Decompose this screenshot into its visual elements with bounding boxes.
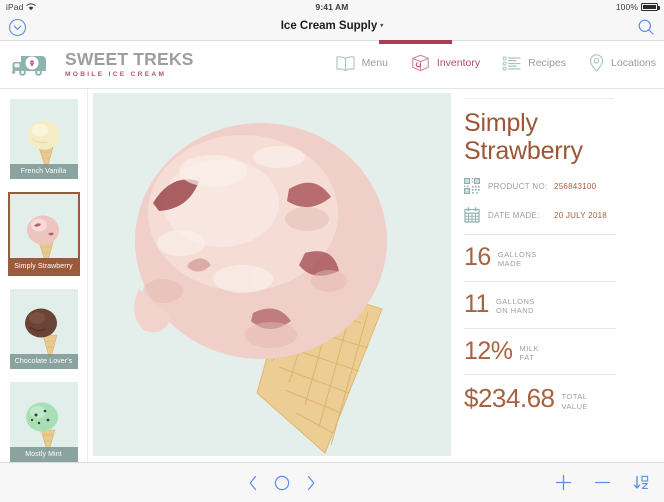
chevron-right-icon[interactable]: [306, 475, 316, 491]
brand-tagline: MOBILE ICE CREAM: [65, 70, 167, 78]
stat-label: GALLONS ON HAND: [496, 297, 535, 316]
meta-row-product-no: PRODUCT NO: 256843100: [464, 178, 654, 194]
meta-label-product-no: PRODUCT NO:: [488, 181, 548, 191]
product-title: Simply Strawberry: [464, 109, 654, 165]
brand-text: SWEET TREKS MOBILE ICE CREAM: [65, 51, 194, 78]
sidebar-item-label: French Vanilla: [9, 164, 78, 179]
status-right: 100%: [615, 2, 660, 12]
meta-label-date-made: DATE MADE:: [488, 210, 540, 220]
sidebar-item-french-vanilla[interactable]: French Vanilla: [9, 99, 78, 179]
product-title-line1: Simply: [464, 109, 538, 137]
qr-code-icon: [464, 178, 480, 194]
stat-label-line2: VALUE: [561, 401, 589, 411]
tab-locations[interactable]: Locations: [588, 53, 656, 73]
tab-inventory[interactable]: Inventory: [410, 53, 480, 73]
stat-label-line2: ON HAND: [495, 306, 535, 316]
chevron-down-icon: ▾: [380, 23, 384, 29]
brand-name: SWEET TREKS: [65, 49, 194, 70]
stat-label-line2: MADE: [497, 259, 522, 269]
minus-icon[interactable]: [594, 474, 611, 491]
stat-total-value: $234.68 TOTAL VALUE: [464, 383, 654, 414]
stat-label: MILK FAT: [520, 344, 540, 363]
toolbar-action-group: [555, 474, 650, 491]
battery-percent: 100%: [615, 2, 638, 12]
stat-label-line1: MILK: [519, 343, 540, 353]
ipad-screen: iPad 9:41 AM 100% Ice Cream Supply ▾ SWE…: [0, 0, 664, 502]
stat-label-line1: GALLONS: [495, 296, 535, 306]
plus-icon[interactable]: [555, 474, 572, 491]
stat-value: 16: [464, 243, 491, 271]
info-divider-top: [464, 98, 614, 99]
sidebar-item-label: Simply Strawberry: [9, 258, 78, 274]
stat-divider: [464, 280, 616, 282]
sidebar-item-simply-strawberry[interactable]: Simply Strawberry: [7, 192, 80, 276]
toolbar-nav-group: [248, 475, 316, 491]
tab-recipes[interactable]: Recipes: [502, 55, 566, 72]
stat-gallons-made: 16 GALLONS MADE: [464, 243, 654, 271]
ice-cream-truck-icon: [12, 50, 58, 80]
map-pin-icon: [588, 53, 605, 73]
stat-divider: [464, 374, 616, 376]
calendar-icon: [464, 207, 480, 223]
stat-label-line2: FAT: [519, 352, 535, 362]
search-icon[interactable]: [637, 18, 655, 36]
tab-label-recipes: Recipes: [528, 57, 567, 69]
page-title-text: Ice Cream Supply: [280, 20, 378, 32]
tab-label-inventory: Inventory: [436, 57, 481, 69]
sidebar-item-label: Chocolate Lover's: [9, 354, 78, 369]
book-icon: [335, 55, 356, 72]
brand-header: SWEET TREKS MOBILE ICE CREAM Menu Invent…: [0, 44, 664, 89]
status-time: 9:41 AM: [315, 2, 349, 12]
sidebar-item-mostly-mint[interactable]: Mostly Mint: [9, 382, 78, 462]
ios-status-bar: iPad 9:41 AM 100%: [0, 0, 664, 14]
stat-label: GALLONS MADE: [498, 250, 537, 269]
battery-full-icon: [641, 3, 660, 11]
tab-label-locations: Locations: [611, 57, 656, 69]
product-title-line2: Strawberry: [464, 137, 583, 165]
meta-value-date-made: 20 JULY 2018: [554, 210, 607, 220]
stat-divider: [464, 327, 616, 329]
list-icon: [502, 55, 522, 72]
stat-value: 12%: [464, 336, 513, 365]
stat-label-line1: TOTAL: [561, 392, 588, 402]
chevron-left-icon[interactable]: [248, 475, 258, 491]
sort-az-icon[interactable]: [633, 474, 650, 491]
sidebar-item-label: Mostly Mint: [9, 447, 78, 462]
tab-label-menu: Menu: [361, 57, 388, 69]
stat-value: 11: [464, 289, 489, 318]
box-icon: [410, 53, 431, 73]
product-hero-image[interactable]: [93, 93, 451, 456]
content-area: French Vanilla Simply Strawberry Chocola…: [0, 89, 664, 462]
meta-value-product-no: 256843100: [554, 181, 597, 191]
brand-logo[interactable]: SWEET TREKS MOBILE ICE CREAM: [12, 50, 194, 80]
circle-icon[interactable]: [274, 475, 290, 491]
stat-label: TOTAL VALUE: [561, 392, 588, 411]
flavor-sidebar[interactable]: French Vanilla Simply Strawberry Chocola…: [0, 89, 88, 462]
meta-row-date-made: DATE MADE: 20 JULY 2018: [464, 207, 654, 223]
product-info-panel: Simply Strawberry PRODUCT NO: 256843100 …: [459, 89, 664, 462]
stat-divider: [464, 234, 616, 235]
stat-milk-fat: 12% MILK FAT: [464, 336, 654, 365]
main-tabs: Menu Inventory Recipes Locations: [335, 53, 656, 73]
stat-gallons-on-hand: 11 GALLONS ON HAND: [464, 289, 654, 318]
app-navbar: Ice Cream Supply ▾: [0, 14, 664, 41]
stat-value: $234.68: [464, 383, 555, 414]
tab-menu[interactable]: Menu: [335, 55, 388, 72]
bottom-toolbar: [0, 462, 664, 502]
sidebar-item-chocolate-lovers[interactable]: Chocolate Lover's: [9, 289, 78, 369]
page-title[interactable]: Ice Cream Supply ▾: [0, 20, 664, 32]
stat-label-line1: GALLONS: [497, 250, 537, 259]
